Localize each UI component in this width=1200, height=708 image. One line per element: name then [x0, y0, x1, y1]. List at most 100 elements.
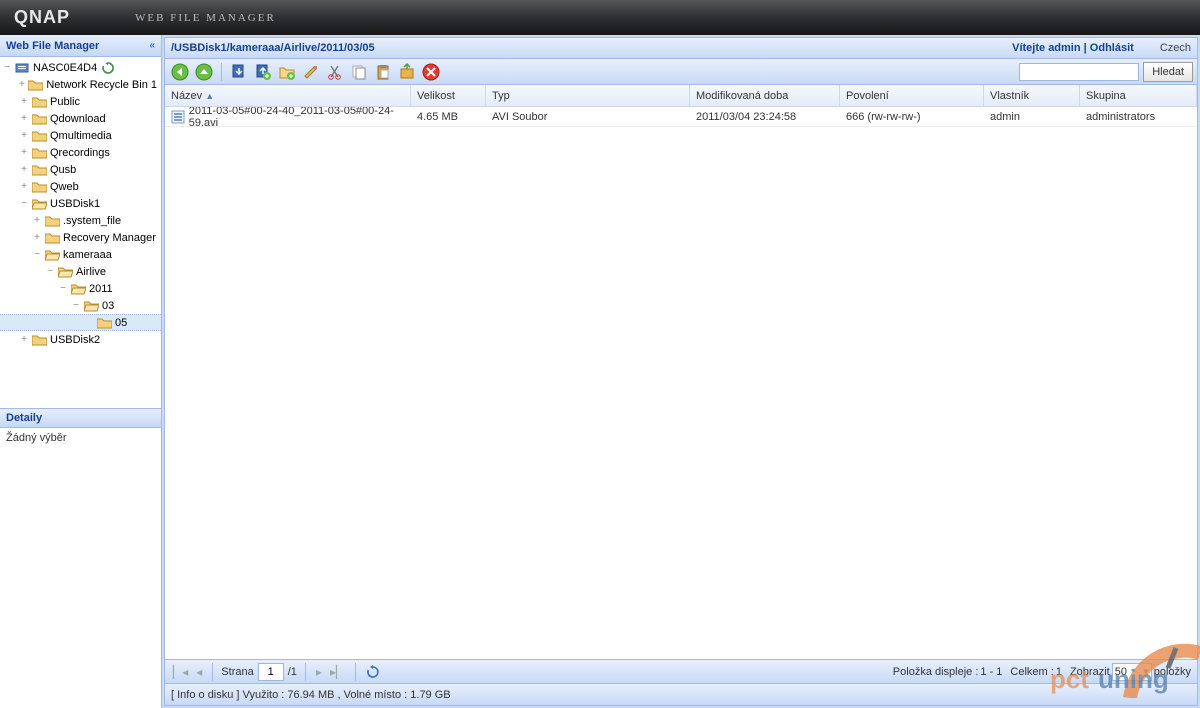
tree-item[interactable]: −Airlive [0, 263, 161, 280]
tree-item[interactable]: +Qdownload [0, 110, 161, 127]
first-page-button[interactable]: ▏◂ [171, 665, 190, 679]
extract-button[interactable] [396, 61, 418, 83]
main-panel: /USBDisk1/kameraaa/Airlive/2011/03/05 Ví… [162, 35, 1200, 708]
folder-icon [31, 129, 47, 143]
sidebar-header: Web File Manager « [0, 35, 161, 57]
new-folder-button[interactable] [276, 61, 298, 83]
paste-button[interactable] [372, 61, 394, 83]
tree-item[interactable]: +Recovery Manager [0, 229, 161, 246]
cell-size: 4.65 MB [417, 111, 458, 123]
sidebar-title: Web File Manager [6, 40, 99, 52]
tree-item[interactable]: +Qmultimedia [0, 127, 161, 144]
sort-asc-icon: ▲ [205, 91, 214, 101]
col-permission[interactable]: Povolení [840, 85, 984, 106]
expand-toggle[interactable]: + [17, 147, 31, 158]
cell-name: 2011-03-05#00-24-40_2011-03-05#00-24-59.… [189, 107, 405, 129]
grid-header: Název▲ Velikost Typ Modifikovaná doba Po… [165, 85, 1197, 107]
grid-body: 2011-03-05#00-24-40_2011-03-05#00-24-59.… [165, 107, 1197, 659]
tree-item[interactable]: +.system_file [0, 212, 161, 229]
col-owner[interactable]: Vlastník [984, 85, 1080, 106]
tree-item[interactable]: −03 [0, 297, 161, 314]
col-name[interactable]: Název▲ [165, 85, 411, 106]
col-size[interactable]: Velikost [411, 85, 486, 106]
folder-icon [31, 112, 47, 126]
delete-button[interactable] [420, 61, 442, 83]
tree-item[interactable]: + Qrecordings [0, 144, 161, 161]
cell-owner: admin [990, 111, 1020, 123]
refresh-page-button[interactable] [364, 665, 382, 679]
page-size-combo[interactable]: 50▾ [1112, 663, 1152, 681]
logout-link[interactable]: Odhlásit [1090, 42, 1134, 54]
page-input[interactable] [258, 663, 284, 681]
expand-toggle[interactable]: + [30, 215, 44, 226]
details-body: Žádný výběr [0, 428, 161, 708]
expand-toggle[interactable]: + [17, 334, 31, 345]
prev-page-button[interactable]: ◂ [194, 665, 204, 679]
tree-item-label: Qweb [50, 181, 79, 193]
refresh-icon[interactable] [100, 61, 116, 75]
file-grid: Název▲ Velikost Typ Modifikovaná doba Po… [164, 85, 1198, 660]
paging-bar: ▏◂ ◂ Strana /1 ▸ ▸▏ Položka displeje : 1… [164, 660, 1198, 684]
expand-toggle[interactable]: − [43, 266, 57, 277]
tree-item[interactable]: −USBDisk1 [0, 195, 161, 212]
tree-item[interactable]: + Qweb [0, 178, 161, 195]
expand-toggle[interactable]: + [30, 232, 44, 243]
welcome-text: Vítejte admin | Odhlásit [1012, 42, 1134, 54]
page-label: Strana [221, 666, 253, 678]
folder-icon [96, 316, 112, 330]
folder-open-icon [44, 248, 60, 262]
last-page-button[interactable]: ▸▏ [328, 665, 347, 679]
back-button[interactable] [169, 61, 191, 83]
tree-item[interactable]: +Qusb [0, 161, 161, 178]
tree-item[interactable]: −kameraaa [0, 246, 161, 263]
expand-toggle[interactable]: − [17, 198, 31, 209]
folder-open-icon [31, 197, 47, 211]
tree-item[interactable]: 05 [0, 314, 161, 331]
sidebar: Web File Manager « − NASC0E4D4 +Network … [0, 35, 162, 708]
folder-open-icon [57, 265, 73, 279]
show-label: Zobrazit [1070, 666, 1110, 678]
cell-permission: 666 (rw-rw-rw-) [846, 111, 921, 123]
tree-item[interactable]: +Network Recycle Bin 1 [0, 76, 161, 93]
details-title: Detaily [6, 412, 42, 424]
folder-tree: − NASC0E4D4 +Network Recycle Bin 1+Publi… [0, 57, 161, 408]
expand-toggle[interactable]: − [30, 249, 44, 260]
tree-item[interactable]: +Public [0, 93, 161, 110]
download-button[interactable] [228, 61, 250, 83]
table-row[interactable]: 2011-03-05#00-24-40_2011-03-05#00-24-59.… [165, 107, 1197, 127]
copy-button[interactable] [348, 61, 370, 83]
tree-root[interactable]: − NASC0E4D4 [0, 59, 161, 76]
breadcrumb: /USBDisk1/kameraaa/Airlive/2011/03/05 [171, 42, 1012, 54]
expand-toggle[interactable]: + [17, 96, 31, 107]
next-page-button[interactable]: ▸ [314, 665, 324, 679]
up-button[interactable] [193, 61, 215, 83]
status-bar: [ Info o disku ] Využito : 76.94 MB , Vo… [164, 684, 1198, 706]
expand-toggle[interactable]: − [69, 300, 83, 311]
tree-item[interactable]: − 2011 [0, 280, 161, 297]
tree-item[interactable]: + USBDisk2 [0, 331, 161, 348]
expand-toggle[interactable]: + [17, 113, 31, 124]
cell-modified: 2011/03/04 23:24:58 [696, 111, 796, 123]
expand-toggle[interactable]: + [17, 181, 31, 192]
disk-info: [ Info o disku ] Využito : 76.94 MB , Vo… [171, 689, 451, 701]
upload-button[interactable] [252, 61, 274, 83]
expand-toggle[interactable]: + [17, 164, 31, 175]
search-button[interactable]: Hledat [1143, 62, 1193, 82]
tree-item-label: Qrecordings [50, 147, 110, 159]
search-input[interactable] [1019, 63, 1139, 81]
expand-toggle[interactable]: + [17, 130, 31, 141]
details-text: Žádný výběr [6, 432, 67, 444]
tree-item-label: USBDisk2 [50, 334, 100, 346]
folder-icon [31, 146, 47, 160]
col-group[interactable]: Skupina [1080, 85, 1197, 106]
col-modified[interactable]: Modifikovaná doba [690, 85, 840, 106]
rename-button[interactable] [300, 61, 322, 83]
expand-toggle[interactable]: − [56, 283, 70, 294]
cut-button[interactable] [324, 61, 346, 83]
language-selector[interactable]: Czech [1160, 42, 1191, 54]
collapse-sidebar-icon[interactable]: « [149, 40, 155, 51]
expand-toggle[interactable]: + [16, 79, 29, 90]
col-type[interactable]: Typ [486, 85, 690, 106]
expand-toggle[interactable]: − [0, 62, 14, 73]
tree-item-label: 2011 [89, 283, 113, 295]
